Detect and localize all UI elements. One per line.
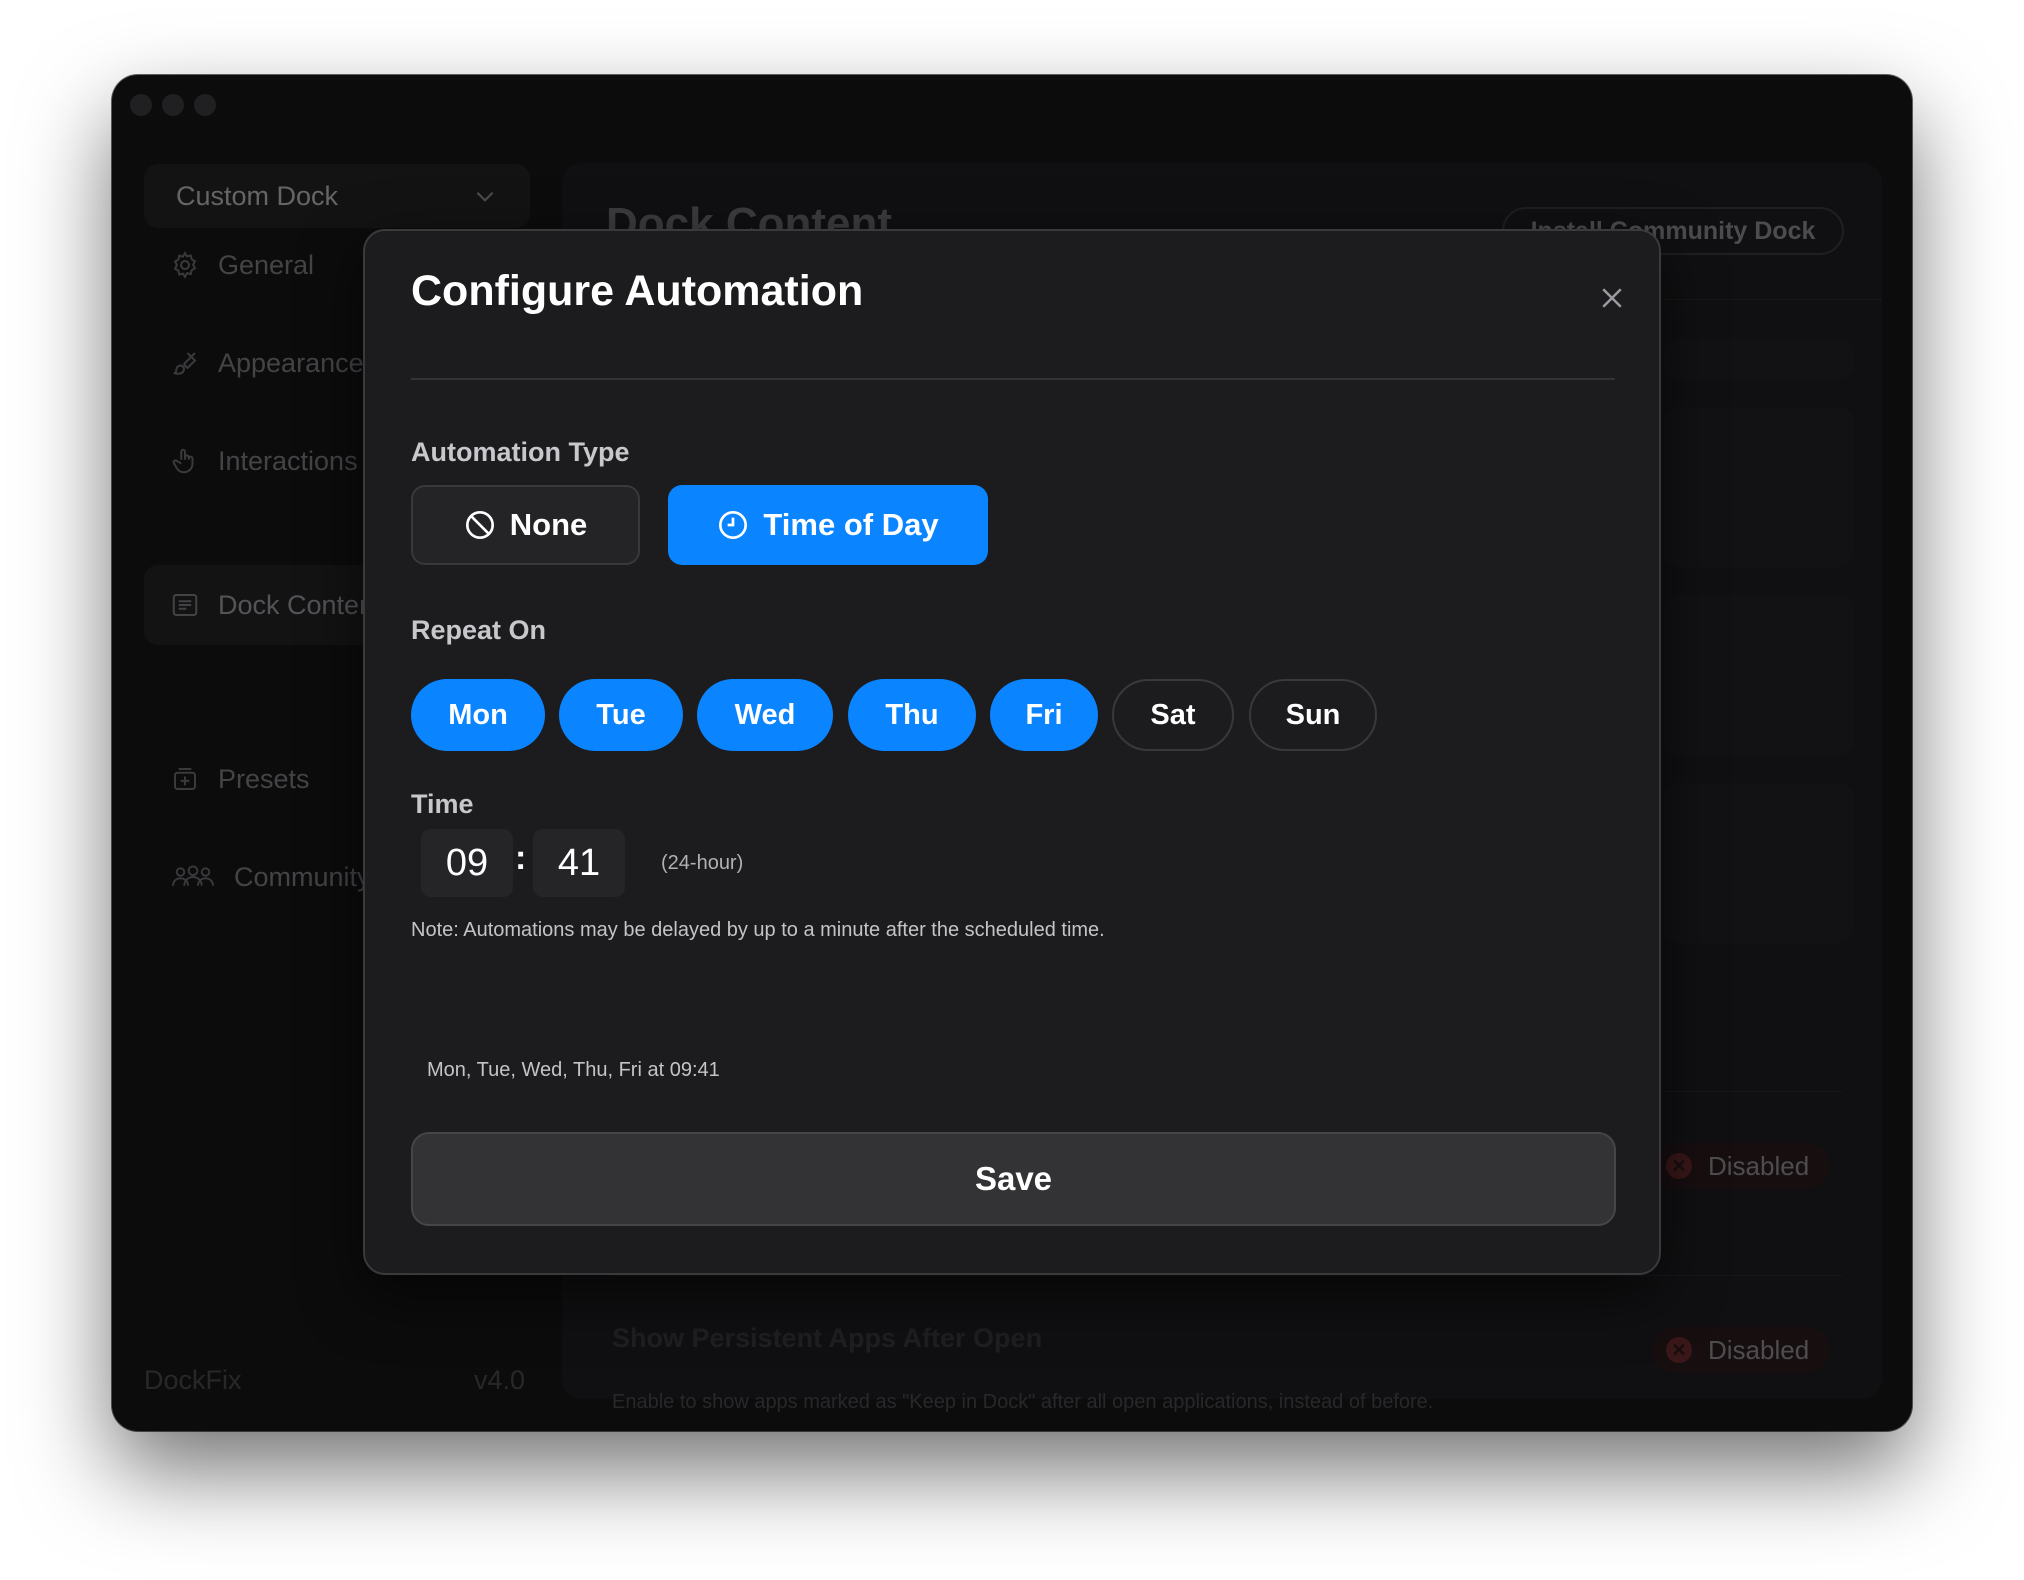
type-label: Time of Day [763, 507, 939, 542]
dialog-title: Configure Automation [411, 267, 864, 315]
day-fri-toggle[interactable]: Fri [990, 679, 1098, 751]
prohibited-icon [465, 511, 494, 539]
day-tue-toggle[interactable]: Tue [559, 679, 683, 751]
close-icon[interactable] [1597, 283, 1627, 313]
day-sun-toggle[interactable]: Sun [1249, 679, 1377, 751]
automation-note: Note: Automations may be delayed by up t… [411, 919, 1105, 941]
time-label: Time [411, 789, 474, 819]
day-wed-toggle[interactable]: Wed [697, 679, 833, 751]
app-window: Custom Dock General Appearance Interacti… [112, 75, 1912, 1431]
hour-field[interactable]: 09 [421, 829, 513, 897]
type-label: None [509, 507, 588, 542]
divider [411, 378, 1615, 380]
day-mon-toggle[interactable]: Mon [411, 679, 545, 751]
schedule-summary: Mon, Tue, Wed, Thu, Fri at 09:41 [427, 1059, 720, 1081]
day-thu-toggle[interactable]: Thu [848, 679, 976, 751]
clock-icon [719, 511, 748, 539]
time-separator: : [515, 839, 527, 877]
configure-automation-dialog: Configure Automation Automation Type Non… [363, 229, 1661, 1275]
time-format-hint: (24-hour) [661, 852, 744, 874]
repeat-on-label: Repeat On [411, 615, 547, 645]
day-sat-toggle[interactable]: Sat [1112, 679, 1234, 751]
save-button[interactable]: Save [411, 1132, 1616, 1226]
minute-field[interactable]: 41 [533, 829, 625, 897]
type-none-button[interactable]: None [411, 485, 640, 565]
automation-type-label: Automation Type [411, 437, 630, 467]
type-time-of-day-button[interactable]: Time of Day [668, 485, 988, 565]
